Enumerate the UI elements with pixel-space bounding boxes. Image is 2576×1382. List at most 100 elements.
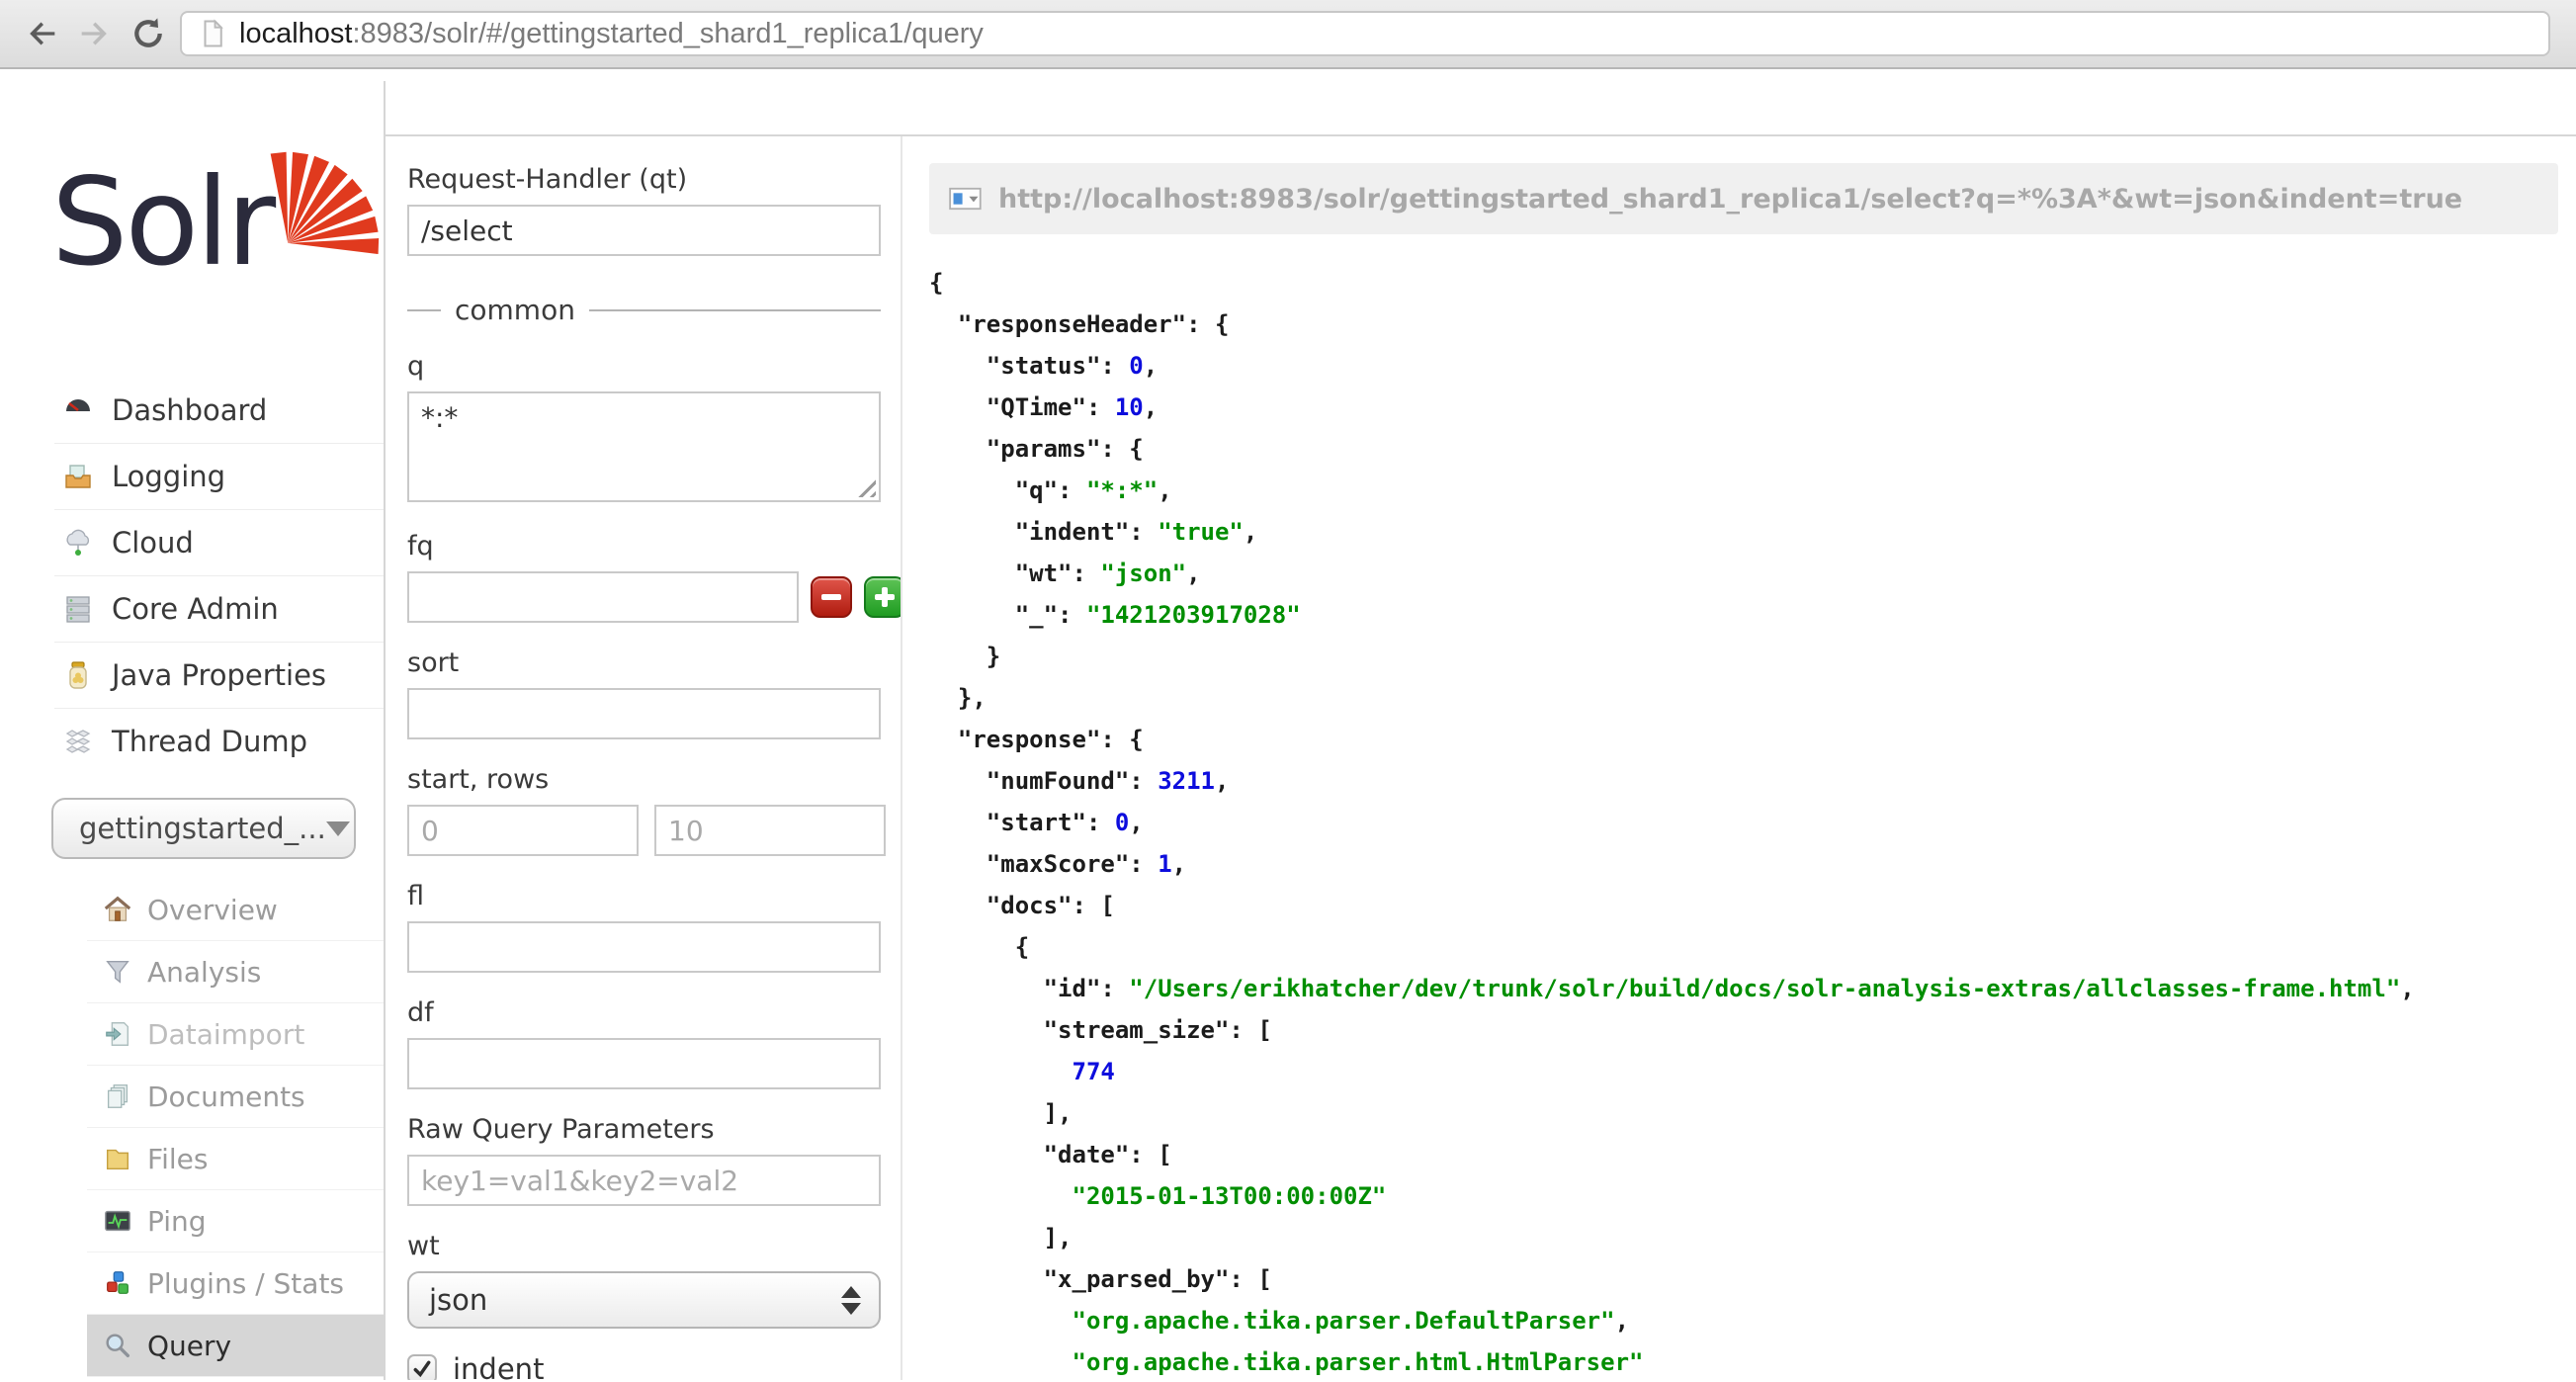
main-nav: Dashboard Logging Cloud	[0, 378, 384, 774]
thread-dump-icon	[62, 726, 94, 757]
core-item-files[interactable]: Files	[87, 1127, 384, 1189]
core-item-overview[interactable]: Overview	[87, 879, 384, 940]
sidebar-item-java-properties[interactable]: Java Properties	[54, 642, 384, 708]
sidebar-item-label: Core Admin	[112, 592, 279, 626]
url-host: localhost	[239, 18, 352, 49]
sort-label: sort	[407, 648, 881, 678]
core-item-label: Overview	[147, 894, 278, 926]
wt-label: wt	[407, 1231, 881, 1261]
solr-logo-text: Solr	[51, 162, 273, 283]
raw-query-params-input[interactable]	[407, 1155, 881, 1206]
browser-reload-button[interactable]	[127, 12, 170, 55]
checkmark-icon	[411, 1358, 433, 1380]
sidebar-item-logging[interactable]: Logging	[54, 443, 384, 509]
solr-sunburst-icon	[267, 130, 384, 267]
core-item-label: Analysis	[147, 956, 261, 989]
plugins-icon	[103, 1268, 132, 1298]
folder-icon	[103, 1144, 132, 1173]
core-item-label: Ping	[147, 1205, 207, 1238]
core-item-ping[interactable]: Ping	[87, 1189, 384, 1252]
core-nav: Overview Analysis Dataimport	[87, 879, 384, 1380]
legend-line	[589, 309, 881, 311]
core-item-query[interactable]: Query	[87, 1314, 384, 1376]
solr-admin-page: Solr Dashboard	[0, 69, 2576, 1380]
common-section-legend: common	[407, 294, 881, 326]
browser-back-button[interactable]	[20, 12, 63, 55]
df-label: df	[407, 997, 881, 1028]
indent-checkbox[interactable]	[407, 1354, 437, 1380]
sidebar-item-label: Logging	[112, 460, 225, 493]
page-icon	[198, 17, 227, 50]
remove-fq-button[interactable]	[811, 576, 852, 618]
indent-checkbox-row[interactable]: indent	[407, 1352, 881, 1380]
core-item-label: Documents	[147, 1080, 305, 1113]
home-icon	[103, 895, 132, 924]
add-fq-button[interactable]	[864, 576, 902, 618]
core-item-label: Dataimport	[147, 1018, 304, 1051]
json-response: { "responseHeader": { "status": 0, "QTim…	[929, 262, 2558, 1380]
ping-icon	[103, 1206, 132, 1236]
minus-icon	[821, 594, 841, 600]
wt-select[interactable]: json	[407, 1271, 881, 1329]
url-widget-icon	[949, 185, 983, 213]
reload-icon	[129, 14, 168, 53]
core-selector-dropdown[interactable]: gettingstarted_...	[51, 798, 356, 859]
logging-icon	[62, 461, 94, 492]
rows-input[interactable]	[654, 805, 886, 856]
chevron-down-icon	[326, 821, 350, 836]
legend-dash	[407, 309, 441, 311]
sidebar-item-dashboard[interactable]: Dashboard	[54, 378, 384, 443]
wt-selected-value: json	[429, 1283, 841, 1317]
df-input[interactable]	[407, 1038, 881, 1089]
sort-input[interactable]	[407, 688, 881, 739]
q-label: q	[407, 351, 881, 382]
fq-input[interactable]	[407, 571, 799, 623]
request-handler-input[interactable]	[407, 205, 881, 256]
browser-chrome: localhost:8983/solr/#/gettingstarted_sha…	[0, 0, 2576, 69]
query-form: Request-Handler (qt) common q *:* fq sor…	[386, 136, 902, 1380]
solr-logo[interactable]: Solr	[51, 134, 378, 322]
raw-query-params-label: Raw Query Parameters	[407, 1114, 881, 1145]
indent-label: indent	[453, 1352, 544, 1380]
sidebar-item-label: Thread Dump	[112, 725, 307, 758]
request-handler-label: Request-Handler (qt)	[407, 164, 881, 195]
core-item-replication[interactable]: Replication	[87, 1376, 384, 1380]
browser-url-bar[interactable]: localhost:8983/solr/#/gettingstarted_sha…	[180, 11, 2550, 56]
java-properties-icon	[62, 659, 94, 691]
legend-text: common	[455, 294, 575, 326]
request-url-link[interactable]: http://localhost:8983/solr/gettingstarte…	[998, 184, 2462, 215]
q-textarea[interactable]: *:*	[407, 391, 881, 502]
browser-url-text: localhost:8983/solr/#/gettingstarted_sha…	[239, 18, 984, 50]
dataimport-icon	[103, 1019, 132, 1049]
request-url-strip: http://localhost:8983/solr/gettingstarte…	[929, 163, 2558, 234]
fq-label: fq	[407, 531, 881, 561]
start-rows-label: start, rows	[407, 764, 881, 795]
forward-arrow-icon	[75, 14, 115, 53]
sidebar-item-cloud[interactable]: Cloud	[54, 509, 384, 575]
sidebar-item-thread-dump[interactable]: Thread Dump	[54, 708, 384, 774]
core-item-documents[interactable]: Documents	[87, 1065, 384, 1127]
core-admin-icon	[62, 593, 94, 625]
sidebar: Solr Dashboard	[0, 69, 384, 1380]
query-results: http://localhost:8983/solr/gettingstarte…	[904, 136, 2576, 1380]
cloud-icon	[62, 527, 94, 559]
sidebar-item-label: Dashboard	[112, 393, 267, 427]
core-item-plugins-stats[interactable]: Plugins / Stats	[87, 1252, 384, 1314]
magnifier-icon	[103, 1331, 132, 1360]
fl-label: fl	[407, 881, 881, 911]
core-item-label: Files	[147, 1143, 208, 1175]
core-item-analysis[interactable]: Analysis	[87, 940, 384, 1002]
core-item-label: Query	[147, 1330, 231, 1362]
core-item-dataimport[interactable]: Dataimport	[87, 1002, 384, 1065]
sidebar-item-label: Cloud	[112, 526, 194, 560]
sidebar-item-label: Java Properties	[112, 658, 326, 692]
sidebar-item-core-admin[interactable]: Core Admin	[54, 575, 384, 642]
funnel-icon	[103, 957, 132, 987]
start-input[interactable]	[407, 805, 639, 856]
content-panel: Request-Handler (qt) common q *:* fq sor…	[386, 134, 2576, 1380]
url-path: :8983/solr/#/gettingstarted_shard1_repli…	[352, 18, 983, 49]
select-arrows-icon	[841, 1286, 861, 1315]
fl-input[interactable]	[407, 921, 881, 973]
documents-icon	[103, 1081, 132, 1111]
browser-forward-button[interactable]	[73, 12, 117, 55]
